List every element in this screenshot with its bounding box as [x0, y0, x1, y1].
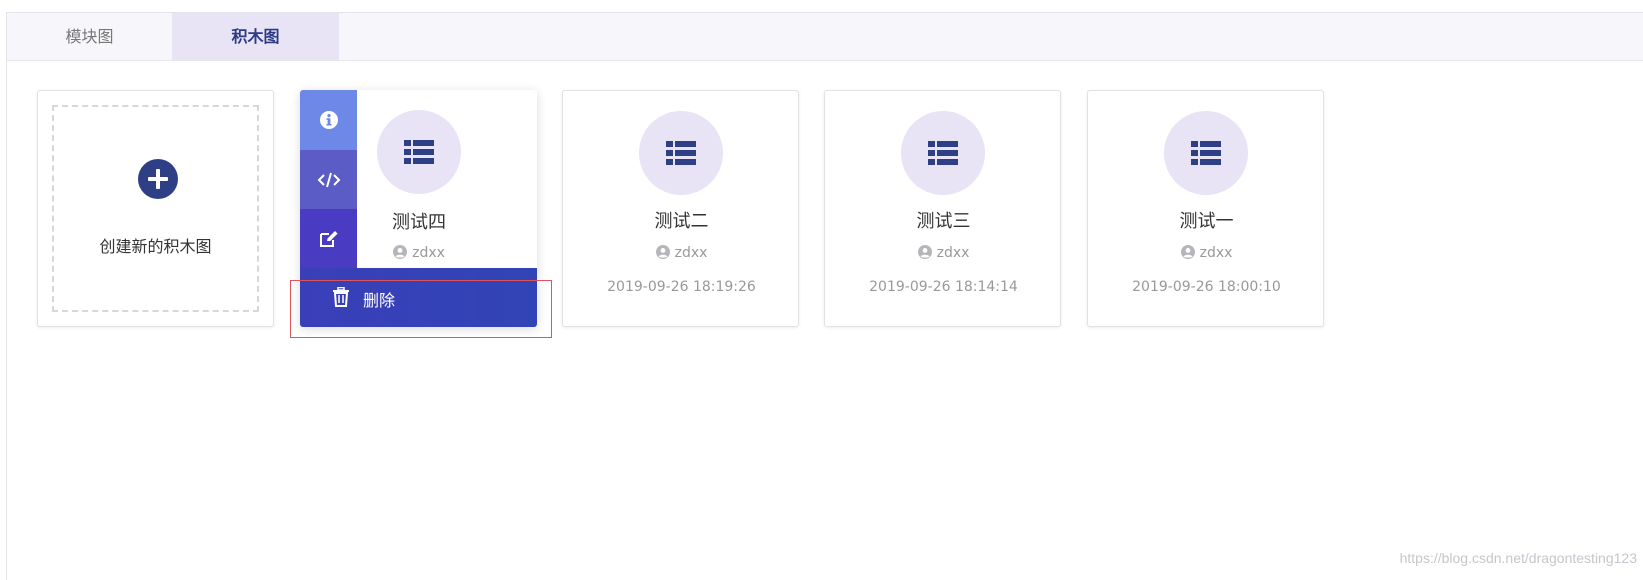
card-title: 测试三	[916, 211, 971, 232]
create-label: 创建新的积木图	[99, 237, 212, 256]
card-icon-circle	[377, 110, 461, 194]
code-button[interactable]	[300, 150, 357, 209]
card-date: 2019-09-26 18:14:14	[869, 279, 1018, 295]
card-title: 测试一	[1179, 211, 1234, 232]
card-date: 2019-09-26 18:00:10	[1132, 279, 1281, 295]
plus-icon	[138, 159, 178, 199]
tab-module-diagram[interactable]: 模块图	[7, 13, 172, 60]
card-date: 2019-09-26 18:19:26	[607, 279, 756, 295]
user-icon	[917, 245, 932, 259]
diagram-card[interactable]: 测试一 zdxx 2019-09-26 18:00:10	[1087, 90, 1324, 327]
diagram-card[interactable]: 测试三 zdxx 2019-09-26 18:14:14	[824, 90, 1061, 327]
card-user-name: zdxx	[412, 245, 445, 261]
user-icon	[655, 245, 670, 259]
tab-block-diagram[interactable]: 积木图	[172, 13, 339, 60]
card-user: zdxx	[1088, 245, 1325, 261]
card-action-strip	[300, 90, 357, 268]
list-icon	[1191, 141, 1221, 165]
user-icon	[393, 245, 408, 259]
card-title: 测试二	[654, 211, 709, 232]
card-icon-circle	[901, 111, 985, 195]
create-new-card[interactable]: 创建新的积木图	[37, 90, 274, 327]
tab-bar: 模块图 积木图	[7, 13, 1643, 61]
card-title: 测试四	[392, 212, 446, 233]
edit-button[interactable]	[300, 209, 357, 268]
info-icon	[319, 111, 338, 129]
card-user: zdxx	[563, 245, 800, 261]
list-icon	[666, 141, 696, 165]
card-user: zdxx	[360, 245, 478, 261]
create-dashed-area[interactable]: 创建新的积木图	[52, 105, 259, 312]
list-icon	[928, 141, 958, 165]
list-icon	[404, 140, 434, 164]
card-icon-circle	[639, 111, 723, 195]
card-user-name: zdxx	[674, 245, 708, 261]
edit-icon	[319, 230, 338, 247]
card-user: zdxx	[825, 245, 1062, 261]
card-user-name: zdxx	[1199, 245, 1233, 261]
info-button[interactable]	[300, 90, 357, 150]
watermark-text: https://blog.csdn.net/dragontesting123	[1399, 550, 1637, 566]
card-icon-circle	[1164, 111, 1248, 195]
code-icon	[317, 172, 340, 187]
card-user-name: zdxx	[936, 245, 970, 261]
user-icon	[1180, 245, 1195, 259]
diagram-card[interactable]: 测试二 zdxx 2019-09-26 18:19:26	[562, 90, 799, 327]
highlight-annotation-box	[290, 280, 552, 338]
